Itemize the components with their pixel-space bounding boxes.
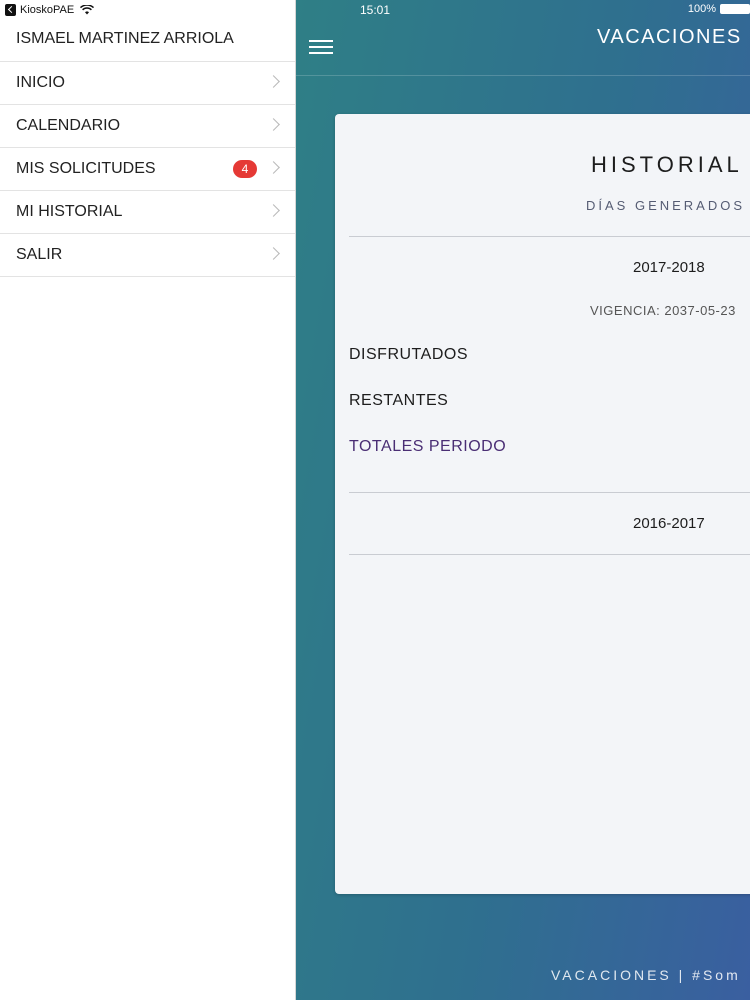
- menu-item-label: INICIO: [16, 74, 65, 91]
- vigencia-text: VIGENCIA: 2037-05-23: [590, 303, 736, 318]
- chevron-right-icon: [267, 161, 280, 174]
- menu-item-calendario[interactable]: CALENDARIO: [0, 105, 295, 148]
- menu-item-label: CALENDARIO: [16, 117, 121, 134]
- divider: [349, 236, 750, 237]
- status-time: 15:01: [360, 3, 391, 17]
- side-menu-drawer: KioskoPAE ISMAEL MARTINEZ ARRIOLA INICIO…: [0, 0, 296, 1000]
- period-header-2017-2018[interactable]: 2017-2018: [633, 259, 705, 276]
- menu-item-label: MI HISTORIAL: [16, 203, 123, 220]
- navigation-menu: INICIO CALENDARIO MIS SOLICITUDES 4 MI H…: [0, 62, 295, 277]
- chevron-right-icon: [267, 204, 280, 217]
- divider: [349, 554, 750, 555]
- menu-item-label: SALIR: [16, 246, 63, 263]
- card-title: HISTORIAL: [591, 152, 743, 177]
- chevron-right-icon: [267, 75, 280, 88]
- history-card: HISTORIAL DÍAS GENERADOS 2017-2018 VIGEN…: [335, 114, 750, 894]
- divider: [349, 492, 750, 493]
- battery-icon: [720, 4, 750, 14]
- main-content: 15:01 100% VACACIONES HISTORIAL DÍAS GEN…: [296, 0, 750, 1000]
- header-divider: [296, 75, 750, 76]
- menu-item-salir[interactable]: SALIR: [0, 234, 295, 277]
- menu-item-mis-solicitudes[interactable]: MIS SOLICITUDES 4: [0, 148, 295, 191]
- row-label-totales-periodo: TOTALES PERIODO: [349, 438, 507, 455]
- card-subtitle: DÍAS GENERADOS: [586, 198, 746, 213]
- back-app-name[interactable]: KioskoPAE: [20, 4, 74, 16]
- menu-item-inicio[interactable]: INICIO: [0, 62, 295, 105]
- user-name: ISMAEL MARTINEZ ARRIOLA: [16, 30, 234, 47]
- menu-item-label: MIS SOLICITUDES: [16, 160, 156, 177]
- menu-item-mi-historial[interactable]: MI HISTORIAL: [0, 191, 295, 234]
- chevron-right-icon: [267, 118, 280, 131]
- status-bar-right: 100%: [688, 3, 750, 15]
- chevron-right-icon: [267, 247, 280, 260]
- row-label-disfrutados: DISFRUTADOS: [349, 346, 468, 363]
- back-to-app-icon[interactable]: [5, 4, 16, 16]
- battery-percent: 100%: [687, 3, 716, 15]
- notification-count-badge: 4: [233, 160, 257, 178]
- hamburger-menu-icon[interactable]: [309, 40, 333, 56]
- period-header-2016-2017[interactable]: 2016-2017: [633, 515, 705, 532]
- row-label-restantes: RESTANTES: [349, 392, 449, 409]
- status-bar-left: KioskoPAE: [5, 3, 95, 17]
- wifi-icon: [80, 5, 95, 15]
- footer-text: VACACIONES | #Som: [551, 967, 741, 983]
- page-title: VACACIONES: [597, 26, 742, 48]
